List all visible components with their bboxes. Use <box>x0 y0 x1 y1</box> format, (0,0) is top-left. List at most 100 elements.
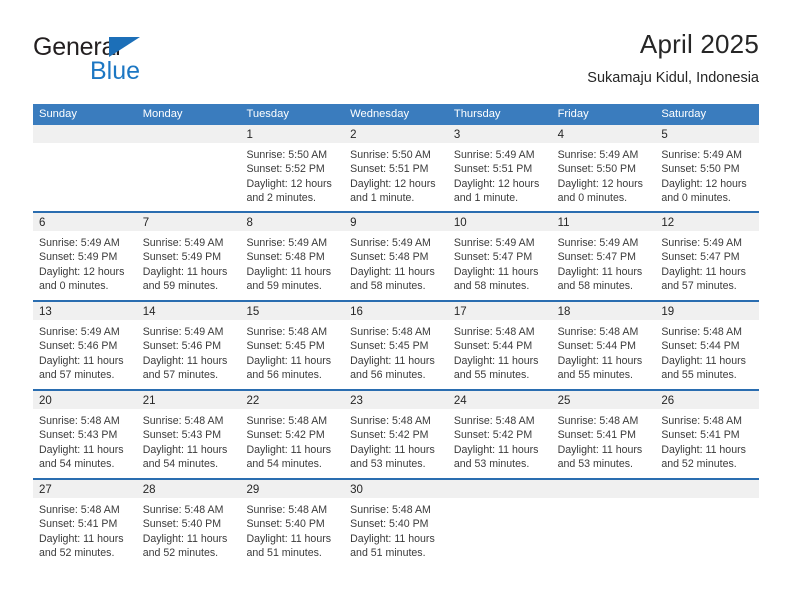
daylight-text-line2: and 51 minutes. <box>246 547 322 560</box>
sunrise-text: Sunrise: 5:49 AM <box>246 237 328 249</box>
daylight-text-line2: and 1 minute. <box>350 192 415 205</box>
sunrise-text: Sunrise: 5:49 AM <box>142 326 224 338</box>
daylight-text-line2: and 0 minutes. <box>557 192 628 205</box>
day-cell-7[interactable]: 7 Sunrise: 5:49 AM Sunset: 5:49 PM Daylight… <box>136 213 241 300</box>
daylight-text-line2: and 58 minutes. <box>453 280 530 293</box>
day-number-band: 12 <box>655 213 760 231</box>
day-sun-info: Sunrise: 5:48 AM Sunset: 5:41 PM Daylight:… <box>552 409 656 472</box>
sunrise-text: Sunrise: 5:50 AM <box>350 149 431 161</box>
page-header: General Blue April 2025 Sukamaju Kidul, … <box>33 28 759 98</box>
day-number-band: 11 <box>551 213 656 231</box>
day-cell-24[interactable]: 24 Sunrise: 5:48 AM Sunset: 5:42 PM Dayligh… <box>447 391 552 478</box>
day-number: 30 <box>350 484 363 496</box>
sunset-text: Sunset: 5:41 PM <box>661 429 740 442</box>
day-cell-14[interactable]: 14 Sunrise: 5:49 AM Sunset: 5:46 PM Dayligh… <box>136 302 241 389</box>
day-cell-12[interactable]: 12 Sunrise: 5:49 AM Sunset: 5:47 PM Dayligh… <box>655 213 760 300</box>
weekday-header-sunday: Sunday <box>39 108 77 120</box>
day-number: 13 <box>39 306 52 318</box>
sunset-text: Sunset: 5:52 PM <box>246 163 325 176</box>
day-number-band: 18 <box>551 302 656 320</box>
day-cell-8[interactable]: 8 Sunrise: 5:49 AM Sunset: 5:48 PM Daylight… <box>240 213 345 300</box>
daylight-text-line2: and 0 minutes. <box>39 280 109 293</box>
daylight-text-line1: Daylight: 11 hours <box>350 354 435 367</box>
sunset-text: Sunset: 5:42 PM <box>350 429 429 442</box>
sunset-text: Sunset: 5:51 PM <box>453 163 533 176</box>
day-cell-13[interactable]: 13 Sunrise: 5:49 AM Sunset: 5:46 PM Dayligh… <box>33 302 137 389</box>
day-number: 11 <box>557 217 570 229</box>
daylight-text-line1: Daylight: 11 hours <box>350 265 435 278</box>
daylight-text-line2: and 53 minutes. <box>350 458 426 471</box>
day-sun-info: Sunrise: 5:49 AM Sunset: 5:46 PM Daylight:… <box>137 320 241 383</box>
day-number-band: 27 <box>33 480 137 498</box>
day-cell-empty <box>33 125 137 211</box>
day-cell-4[interactable]: 4 Sunrise: 5:49 AM Sunset: 5:50 PM Daylight… <box>551 125 656 211</box>
week-row: 13 Sunrise: 5:49 AM Sunset: 5:46 PM Dayligh… <box>33 300 760 389</box>
day-cell-23[interactable]: 23 Sunrise: 5:48 AM Sunset: 5:42 PM Dayligh… <box>344 391 448 478</box>
day-number: 7 <box>142 217 150 229</box>
day-number: 6 <box>39 217 46 229</box>
day-number: 23 <box>350 395 363 407</box>
daylight-text-line2: and 58 minutes. <box>557 280 633 293</box>
sunrise-text: Sunrise: 5:48 AM <box>246 504 328 516</box>
day-number: 21 <box>142 395 156 407</box>
daylight-text-line1: Daylight: 11 hours <box>142 443 228 456</box>
day-cell-15[interactable]: 15 Sunrise: 5:48 AM Sunset: 5:45 PM Dayligh… <box>240 302 345 389</box>
day-sun-info: Sunrise: 5:50 AM Sunset: 5:51 PM Daylight:… <box>344 143 448 206</box>
day-number-band: 4 <box>551 125 656 143</box>
day-sun-info: Sunrise: 5:49 AM Sunset: 5:50 PM Daylight:… <box>552 143 656 206</box>
day-cell-26[interactable]: 26 Sunrise: 5:48 AM Sunset: 5:41 PM Dayligh… <box>655 391 760 478</box>
sunset-text: Sunset: 5:46 PM <box>39 340 118 353</box>
day-sun-info: Sunrise: 5:48 AM Sunset: 5:44 PM Daylight:… <box>448 320 552 383</box>
day-cell-empty <box>551 480 656 568</box>
daylight-text-line2: and 57 minutes. <box>661 280 737 293</box>
day-cell-3[interactable]: 3 Sunrise: 5:49 AM Sunset: 5:51 PM Daylight… <box>447 125 552 211</box>
day-cell-empty <box>136 125 241 211</box>
day-cell-27[interactable]: 27 Sunrise: 5:48 AM Sunset: 5:41 PM Dayligh… <box>33 480 137 568</box>
daylight-text-line2: and 52 minutes. <box>142 547 219 560</box>
day-cell-5[interactable]: 5 Sunrise: 5:49 AM Sunset: 5:50 PM Daylight… <box>655 125 760 211</box>
sunset-text: Sunset: 5:44 PM <box>661 340 740 353</box>
daylight-text-line1: Daylight: 11 hours <box>453 354 539 367</box>
day-cell-2[interactable]: 2 Sunrise: 5:50 AM Sunset: 5:51 PM Daylight… <box>344 125 448 211</box>
day-number-band: 6 <box>33 213 137 231</box>
day-cell-16[interactable]: 16 Sunrise: 5:48 AM Sunset: 5:45 PM Dayligh… <box>344 302 448 389</box>
day-cell-17[interactable]: 17 Sunrise: 5:48 AM Sunset: 5:44 PM Dayligh… <box>447 302 552 389</box>
day-cell-empty <box>655 480 760 568</box>
sunset-text: Sunset: 5:47 PM <box>557 251 636 264</box>
daylight-text-line1: Daylight: 11 hours <box>661 354 746 367</box>
day-sun-info: Sunrise: 5:49 AM Sunset: 5:48 PM Daylight:… <box>344 231 448 294</box>
day-cell-22[interactable]: 22 Sunrise: 5:48 AM Sunset: 5:42 PM Dayligh… <box>240 391 345 478</box>
day-cell-1[interactable]: 1 Sunrise: 5:50 AM Sunset: 5:52 PM Daylight… <box>240 125 345 211</box>
day-cell-9[interactable]: 9 Sunrise: 5:49 AM Sunset: 5:48 PM Daylight… <box>344 213 448 300</box>
day-cell-30[interactable]: 30 Sunrise: 5:48 AM Sunset: 5:40 PM Dayligh… <box>344 480 448 568</box>
daylight-text-line1: Daylight: 12 hours <box>557 177 643 190</box>
day-sun-info: Sunrise: 5:50 AM Sunset: 5:52 PM Daylight:… <box>240 143 344 206</box>
day-number-band: 7 <box>136 213 241 231</box>
day-number: 12 <box>661 217 675 229</box>
sunset-text: Sunset: 5:47 PM <box>453 251 533 264</box>
day-cell-21[interactable]: 21 Sunrise: 5:48 AM Sunset: 5:43 PM Dayligh… <box>136 391 241 478</box>
weekday-header-wednesday: Wednesday <box>350 108 410 120</box>
day-number-band: 23 <box>344 391 448 409</box>
sunset-text: Sunset: 5:45 PM <box>246 340 325 353</box>
daylight-text-line1: Daylight: 11 hours <box>39 354 124 367</box>
day-cell-10[interactable]: 10 Sunrise: 5:49 AM Sunset: 5:47 PM Dayligh… <box>447 213 552 300</box>
day-cell-28[interactable]: 28 Sunrise: 5:48 AM Sunset: 5:40 PM Dayligh… <box>136 480 241 568</box>
day-cell-19[interactable]: 19 Sunrise: 5:48 AM Sunset: 5:44 PM Dayligh… <box>655 302 760 389</box>
sunrise-text: Sunrise: 5:48 AM <box>557 326 639 338</box>
day-cell-6[interactable]: 6 Sunrise: 5:49 AM Sunset: 5:49 PM Daylight… <box>33 213 137 300</box>
day-cell-11[interactable]: 11 Sunrise: 5:49 AM Sunset: 5:47 PM Dayligh… <box>551 213 656 300</box>
sunrise-text: Sunrise: 5:49 AM <box>453 149 535 161</box>
day-number-band: 19 <box>655 302 760 320</box>
daylight-text-line2: and 53 minutes. <box>557 458 633 471</box>
day-sun-info: Sunrise: 5:48 AM Sunset: 5:40 PM Daylight:… <box>137 498 241 561</box>
day-cell-18[interactable]: 18 Sunrise: 5:48 AM Sunset: 5:44 PM Dayligh… <box>551 302 656 389</box>
day-sun-info: Sunrise: 5:48 AM Sunset: 5:42 PM Daylight:… <box>240 409 344 472</box>
day-cell-29[interactable]: 29 Sunrise: 5:48 AM Sunset: 5:40 PM Dayligh… <box>240 480 345 568</box>
daylight-text-line1: Daylight: 11 hours <box>350 532 435 545</box>
day-number-band: 26 <box>655 391 760 409</box>
sunrise-text: Sunrise: 5:48 AM <box>350 326 431 338</box>
day-cell-20[interactable]: 20 Sunrise: 5:48 AM Sunset: 5:43 PM Dayligh… <box>33 391 137 478</box>
day-cell-25[interactable]: 25 Sunrise: 5:48 AM Sunset: 5:41 PM Dayligh… <box>551 391 656 478</box>
general-blue-logo[interactable]: General Blue <box>33 34 213 90</box>
